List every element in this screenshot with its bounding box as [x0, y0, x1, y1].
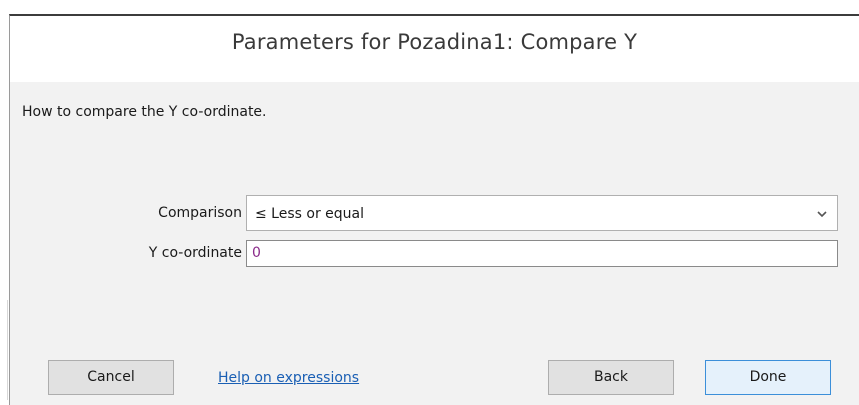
comparison-label: Comparison: [158, 205, 242, 221]
back-button[interactable]: Back: [548, 360, 674, 395]
comparison-dropdown[interactable]: ≤ Less or equal: [246, 195, 838, 231]
dialog-title-bar[interactable]: Parameters for Pozadina1: Compare Y: [10, 16, 859, 82]
chevron-down-icon[interactable]: [815, 206, 829, 220]
parameters-dialog: Parameters for Pozadina1: Compare Y How …: [9, 14, 859, 405]
comparison-selected-value: ≤ Less or equal: [255, 206, 364, 222]
background-edge: [0, 300, 8, 400]
screen: Parameters for Pozadina1: Compare Y How …: [0, 0, 859, 405]
y-coordinate-value: 0: [252, 245, 261, 261]
y-coordinate-label: Y co-ordinate: [148, 245, 242, 261]
background-strip-left: [0, 14, 9, 405]
done-button[interactable]: Done: [705, 360, 831, 395]
cancel-button[interactable]: Cancel: [48, 360, 174, 395]
dialog-body: How to compare the Y co-ordinate. Compar…: [10, 82, 859, 405]
help-on-expressions-link[interactable]: Help on expressions: [218, 370, 359, 386]
dialog-title: Parameters for Pozadina1: Compare Y: [231, 30, 638, 54]
dialog-description: How to compare the Y co-ordinate.: [22, 104, 267, 120]
background-strip-top: [0, 0, 859, 14]
y-coordinate-input[interactable]: 0: [246, 240, 838, 267]
